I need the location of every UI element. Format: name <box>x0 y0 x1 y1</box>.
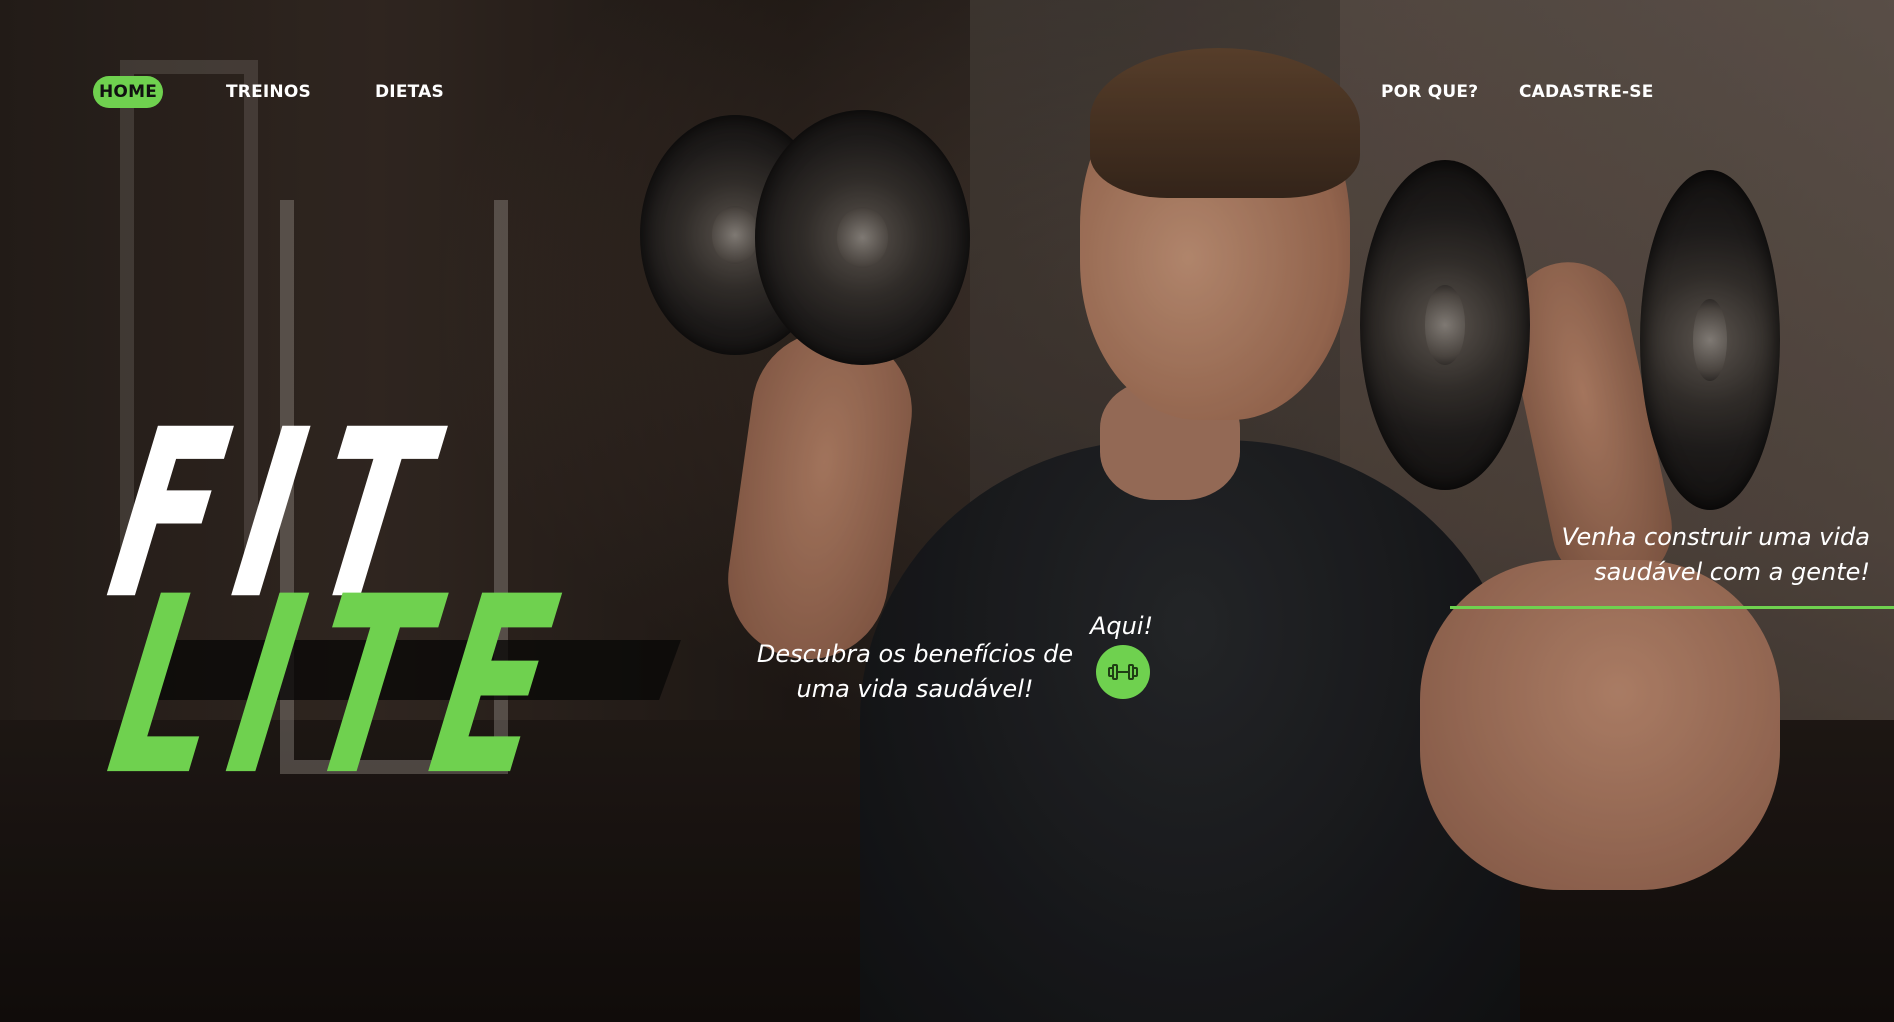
aqui-label: Aqui! <box>1090 612 1154 640</box>
cta-text: Descubra os benefícios de uma vida saudá… <box>756 640 1074 703</box>
nav-dietas-link[interactable]: DIETAS <box>375 76 444 108</box>
logo-lite: LITE <box>93 544 591 831</box>
nav-por-que-link[interactable]: POR QUE? <box>1381 76 1478 108</box>
tagline-text: Venha construir uma vida saudável com a … <box>1561 523 1870 586</box>
nav-treinos-link[interactable]: TREINOS <box>226 76 311 108</box>
aqui-button[interactable] <box>1096 645 1150 699</box>
dumbbell-icon <box>1108 664 1138 680</box>
nav-cadastre-se-link[interactable]: CADASTRE-SE <box>1519 76 1654 108</box>
tagline-divider <box>1450 606 1894 609</box>
hero-section: HOME TREINOS DIETAS POR QUE? CADASTRE-SE… <box>0 0 1894 1022</box>
nav-home-link[interactable]: HOME <box>93 76 164 108</box>
